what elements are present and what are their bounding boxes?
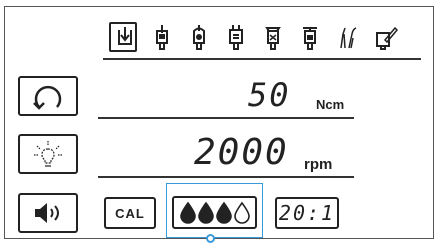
handpiece-selector [105, 22, 417, 56]
handpiece-1-icon[interactable] [148, 22, 176, 52]
speed-value[interactable]: 2000 [194, 134, 289, 172]
handpiece-2-icon[interactable] [185, 22, 213, 52]
rotation-direction-icon [33, 85, 62, 110]
torque-value[interactable]: 50 [248, 78, 291, 112]
coolant-drop-filled [215, 201, 232, 224]
speaker-volume-icon [35, 203, 59, 223]
coolant-drops-icon [179, 201, 250, 224]
calibration-button[interactable]: CAL [104, 197, 156, 229]
coolant-drop-filled [197, 201, 214, 224]
coolant-drop-empty [233, 201, 250, 224]
gear-ratio-label: 20:1 [278, 201, 336, 225]
handpiece-3-icon[interactable] [222, 22, 250, 52]
handpiece-4-icon[interactable] [259, 22, 287, 52]
speed-underline [98, 176, 354, 178]
light-button[interactable] [18, 134, 78, 174]
tool-row-underline [103, 58, 421, 60]
contra-angle-handpiece-selected-icon[interactable] [109, 22, 137, 52]
handpiece-edit-icon[interactable] [371, 22, 399, 52]
light-bulb-icon [34, 141, 62, 167]
speed-unit: rpm [304, 156, 333, 173]
torque-underline [98, 117, 354, 119]
volume-button[interactable] [18, 193, 78, 233]
dental-instruments-icon[interactable] [333, 22, 361, 52]
torque-unit: Ncm [316, 97, 345, 112]
coolant-drop-filled [179, 201, 196, 224]
handpiece-5-icon[interactable] [296, 22, 324, 52]
gear-ratio-button[interactable]: 20:1 [275, 197, 339, 229]
coolant-level-button[interactable] [172, 196, 257, 229]
calibration-label: CAL [115, 205, 145, 221]
rotation-direction-button[interactable] [18, 76, 78, 116]
selection-indicator-dot [206, 234, 215, 243]
